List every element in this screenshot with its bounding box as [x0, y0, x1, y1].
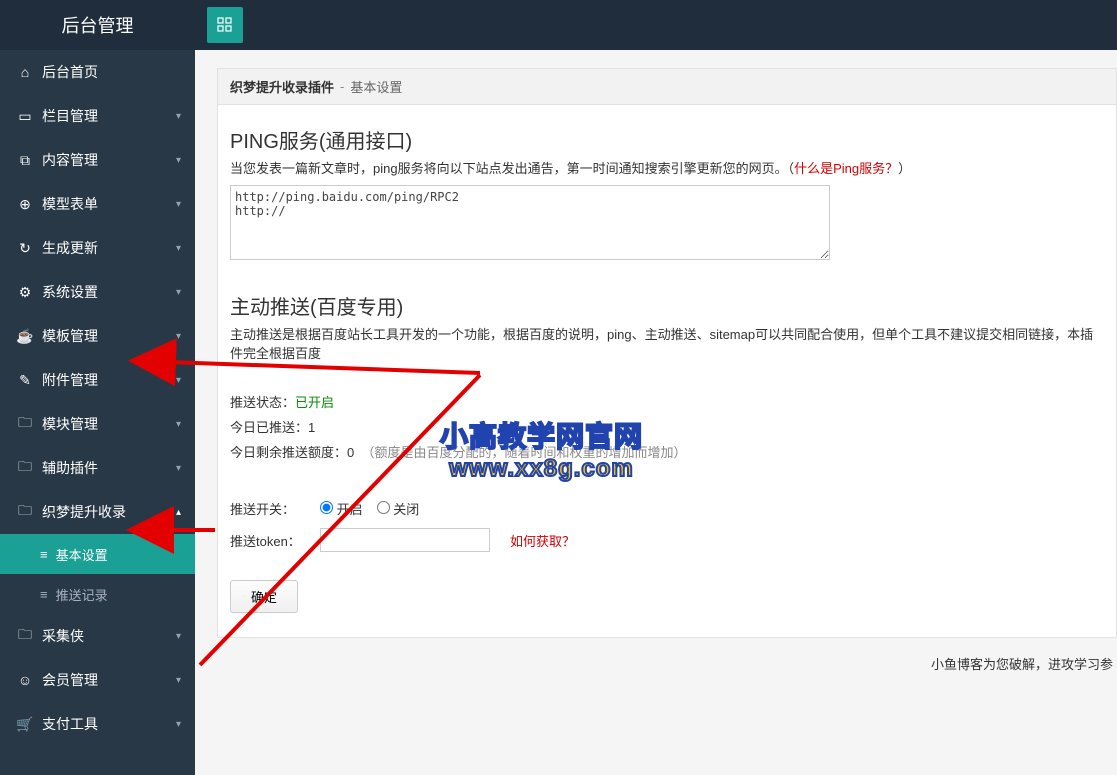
cart-icon: 🛒: [16, 716, 34, 733]
push-today-row: 今日已推送：1: [230, 417, 1104, 436]
sidebar-item-label: 生成更新: [42, 238, 98, 258]
folder-icon: 🗀: [16, 456, 34, 480]
footer-note: 小鱼博客为您破解，进攻学习参: [217, 654, 1113, 673]
ping-section-title: PING服务(通用接口): [230, 125, 1104, 154]
submit-button[interactable]: 确定: [230, 580, 298, 613]
sidebar-item-template[interactable]: ☕ 模板管理 ▾: [0, 314, 195, 358]
grid-icon: [217, 17, 233, 33]
grid-menu-button[interactable]: [207, 7, 243, 43]
push-status-value: 已开启: [295, 395, 334, 410]
home-icon: ⌂: [16, 64, 34, 80]
chevron-down-icon: ▾: [176, 419, 181, 430]
app-title: 后台管理: [0, 12, 195, 38]
panel-body: PING服务(通用接口) 当您发表一篇新文章时，ping服务将向以下站点发出通告…: [218, 105, 1116, 637]
sidebar-item-label: 采集侠: [42, 626, 84, 646]
push-quota-note: （额度是由百度分配的，随着时间和权重的增加而增加）: [361, 445, 686, 460]
list-icon: ≡: [40, 587, 48, 602]
user-icon: ☺: [16, 672, 34, 688]
sidebar-item-label: 会员管理: [42, 670, 98, 690]
ping-urls-textarea[interactable]: [230, 185, 830, 260]
sidebar-item-seo[interactable]: 🗀 织梦提升收录 ▴: [0, 490, 195, 534]
chevron-down-icon: ▾: [176, 631, 181, 642]
sidebar-sub-basic-settings[interactable]: ≡ 基本设置: [0, 534, 195, 574]
chevron-up-icon: ▴: [176, 507, 181, 518]
chevron-down-icon: ▾: [176, 675, 181, 686]
push-token-input[interactable]: [320, 528, 490, 552]
ping-section-desc: 当您发表一篇新文章时，ping服务将向以下站点发出通告，第一时间通知搜索引擎更新…: [230, 158, 1104, 177]
push-today-value: 1: [308, 420, 315, 435]
sidebar-item-payment[interactable]: 🛒 支付工具 ▾: [0, 702, 195, 746]
ping-help-link[interactable]: 什么是Ping服务？: [794, 161, 898, 176]
push-switch-off[interactable]: 关闭: [377, 499, 420, 518]
sidebar-sub-label: 基本设置: [56, 545, 108, 564]
sidebar-item-module[interactable]: 🗀 模块管理 ▾: [0, 402, 195, 446]
sidebar: ⌂ 后台首页 ▭ 栏目管理 ▾ ⧉ 内容管理 ▾ ⊕ 模型表单 ▾ ↻ 生成更新…: [0, 50, 195, 775]
refresh-icon: ↻: [16, 240, 34, 257]
sidebar-item-plugin[interactable]: 🗀 辅助插件 ▾: [0, 446, 195, 490]
template-icon: ☕: [16, 328, 34, 345]
push-status-row: 推送状态：已开启: [230, 392, 1104, 411]
breadcrumb-sep: -: [340, 79, 344, 94]
folder-icon: 🗀: [16, 500, 34, 524]
sidebar-item-label: 附件管理: [42, 370, 98, 390]
sidebar-item-label: 栏目管理: [42, 106, 98, 126]
chevron-down-icon: ▾: [176, 719, 181, 730]
push-switch-on-radio[interactable]: [320, 501, 333, 514]
folder-icon: 🗀: [16, 412, 34, 436]
sidebar-item-label: 模板管理: [42, 326, 98, 346]
list-icon: ≡: [40, 547, 48, 562]
sidebar-item-label: 织梦提升收录: [42, 502, 126, 522]
columns-icon: ▭: [16, 108, 34, 125]
chevron-down-icon: ▾: [176, 331, 181, 342]
chevron-down-icon: ▾: [176, 199, 181, 210]
chevron-down-icon: ▾: [176, 287, 181, 298]
breadcrumb-page: 基本设置: [350, 77, 402, 96]
push-quota-value: 0: [347, 445, 354, 460]
content-icon: ⧉: [16, 152, 34, 169]
sidebar-item-label: 支付工具: [42, 714, 98, 734]
breadcrumb: 织梦提升收录插件 - 基本设置: [218, 69, 1116, 105]
chevron-down-icon: ▾: [176, 155, 181, 166]
sidebar-item-category[interactable]: ▭ 栏目管理 ▾: [0, 94, 195, 138]
sidebar-item-label: 系统设置: [42, 282, 98, 302]
push-section-desc: 主动推送是根据百度站长工具开发的一个功能，根据百度的说明，ping、主动推送、s…: [230, 324, 1104, 362]
how-to-get-link[interactable]: 如何获取？: [510, 531, 575, 550]
globe-icon: ⊕: [16, 196, 34, 213]
sidebar-item-model[interactable]: ⊕ 模型表单 ▾: [0, 182, 195, 226]
sidebar-item-label: 模型表单: [42, 194, 98, 214]
sidebar-item-member[interactable]: ☺ 会员管理 ▾: [0, 658, 195, 702]
sidebar-item-home[interactable]: ⌂ 后台首页: [0, 50, 195, 94]
top-header: 后台管理: [0, 0, 1117, 50]
folder-icon: 🗀: [16, 624, 34, 648]
push-token-label: 推送token：: [230, 531, 320, 550]
gear-icon: ⚙: [16, 284, 34, 301]
push-switch-off-radio[interactable]: [377, 501, 390, 514]
sidebar-item-content[interactable]: ⧉ 内容管理 ▾: [0, 138, 195, 182]
attachment-icon: ✎: [16, 372, 34, 389]
chevron-down-icon: ▾: [176, 375, 181, 386]
push-switch-on[interactable]: 开启: [320, 499, 363, 518]
sidebar-item-label: 模块管理: [42, 414, 98, 434]
sidebar-item-collect[interactable]: 🗀 采集侠 ▾: [0, 614, 195, 658]
sidebar-item-label: 后台首页: [42, 62, 98, 82]
main-content: 织梦提升收录插件 - 基本设置 PING服务(通用接口) 当您发表一篇新文章时，…: [195, 50, 1117, 775]
push-switch-row: 推送开关： 开启 关闭: [230, 499, 1104, 518]
sidebar-item-generate[interactable]: ↻ 生成更新 ▾: [0, 226, 195, 270]
push-section-title: 主动推送(百度专用): [230, 291, 1104, 320]
sidebar-item-label: 内容管理: [42, 150, 98, 170]
chevron-down-icon: ▾: [176, 111, 181, 122]
sidebar-sub-label: 推送记录: [56, 585, 108, 604]
sidebar-sub-push-log[interactable]: ≡ 推送记录: [0, 574, 195, 614]
push-token-row: 推送token： 如何获取？: [230, 528, 1104, 552]
sidebar-item-attachment[interactable]: ✎ 附件管理 ▾: [0, 358, 195, 402]
sidebar-item-system[interactable]: ⚙ 系统设置 ▾: [0, 270, 195, 314]
chevron-down-icon: ▾: [176, 463, 181, 474]
content-panel: 织梦提升收录插件 - 基本设置 PING服务(通用接口) 当您发表一篇新文章时，…: [217, 68, 1117, 638]
chevron-down-icon: ▾: [176, 243, 181, 254]
push-quota-row: 今日剩余推送额度：0 （额度是由百度分配的，随着时间和权重的增加而增加）: [230, 442, 1104, 461]
sidebar-item-label: 辅助插件: [42, 458, 98, 478]
push-switch-label: 推送开关：: [230, 499, 320, 518]
breadcrumb-root: 织梦提升收录插件: [230, 77, 334, 96]
